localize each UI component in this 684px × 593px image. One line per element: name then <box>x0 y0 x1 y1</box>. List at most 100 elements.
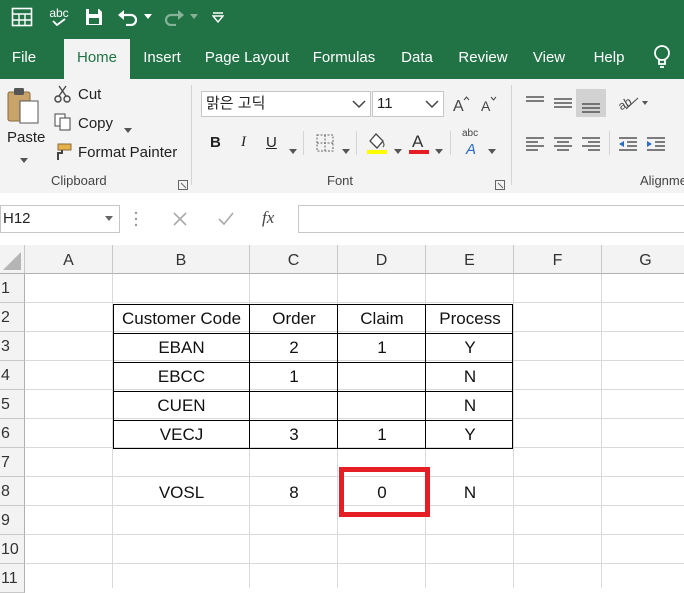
table-cell[interactable]: 2 <box>250 333 338 362</box>
copy-dropdown-icon[interactable] <box>124 121 132 139</box>
table-cell[interactable]: Y <box>426 333 514 362</box>
column-header-g[interactable]: G <box>602 245 684 274</box>
table-cell[interactable]: VECJ <box>113 420 250 449</box>
tab-data[interactable]: Data <box>394 33 440 79</box>
align-middle-icon[interactable] <box>553 95 573 116</box>
column-header-e[interactable]: E <box>426 245 514 274</box>
table-header-cell[interactable]: Claim <box>338 304 426 333</box>
format-painter-icon[interactable] <box>54 143 72 166</box>
row-header-4[interactable]: 4 <box>0 361 25 390</box>
tab-insert[interactable]: Insert <box>136 33 188 79</box>
tab-page-layout[interactable]: Page Layout <box>200 33 294 79</box>
orientation-icon[interactable]: ab <box>616 93 648 116</box>
paste-icon[interactable] <box>6 87 40 130</box>
row-header-11[interactable]: 11 <box>0 564 25 593</box>
phonetic-dropdown-icon[interactable] <box>488 142 496 160</box>
row-header-6[interactable]: 6 <box>0 419 25 448</box>
align-bottom-icon[interactable] <box>576 89 606 117</box>
table-cell[interactable]: 3 <box>250 420 338 449</box>
row-header-2[interactable]: 2 <box>0 303 25 332</box>
row-header-10[interactable]: 10 <box>0 535 25 564</box>
table-cell[interactable]: Y <box>426 420 514 449</box>
spellcheck-icon[interactable]: abc <box>46 0 72 33</box>
decrease-indent-icon[interactable] <box>618 136 638 157</box>
table-cell[interactable]: N <box>426 391 514 420</box>
cut-label[interactable]: Cut <box>78 86 101 103</box>
fill-color-dropdown-icon[interactable] <box>394 142 402 160</box>
cancel-icon[interactable] <box>172 211 188 232</box>
copy-label[interactable]: Copy <box>78 115 113 132</box>
font-color-icon[interactable]: A <box>408 131 430 160</box>
table-header-cell[interactable]: Customer Code <box>113 304 250 333</box>
table-cell[interactable] <box>250 391 338 420</box>
insert-function-button[interactable]: fx <box>262 208 274 228</box>
undo-dropdown-icon[interactable] <box>142 0 154 33</box>
increase-font-icon[interactable]: A <box>452 95 470 118</box>
save-icon[interactable] <box>82 0 106 33</box>
table-cell[interactable]: 1 <box>338 420 426 449</box>
row-header-1[interactable]: 1 <box>0 274 25 303</box>
table-cell[interactable]: EBAN <box>113 333 250 362</box>
column-header-c[interactable]: C <box>250 245 338 274</box>
column-header-d[interactable]: D <box>338 245 426 274</box>
name-box[interactable]: H12 <box>0 205 120 233</box>
tab-formulas[interactable]: Formulas <box>307 33 381 79</box>
underline-dropdown-icon[interactable] <box>289 142 297 160</box>
align-top-icon[interactable] <box>525 95 545 113</box>
fill-color-icon[interactable] <box>366 131 388 160</box>
lightbulb-icon[interactable] <box>652 44 672 75</box>
align-left-icon[interactable] <box>525 136 545 157</box>
cut-icon[interactable] <box>54 85 72 108</box>
table-cell[interactable]: EBCC <box>113 362 250 391</box>
align-right-icon[interactable] <box>581 136 601 157</box>
copy-icon[interactable] <box>54 113 72 136</box>
underline-button[interactable]: U <box>266 134 277 151</box>
customize-icon[interactable] <box>208 0 228 33</box>
column-header-a[interactable]: A <box>25 245 113 274</box>
font-name-combo[interactable]: 맑은 고딕 <box>201 91 371 117</box>
font-size-combo[interactable]: 11 <box>372 91 444 117</box>
redo-dropdown-icon[interactable] <box>188 0 200 33</box>
select-all-button[interactable] <box>0 245 25 274</box>
borders-icon[interactable] <box>316 134 334 157</box>
align-center-icon[interactable] <box>553 136 573 157</box>
table-header-cell[interactable]: Process <box>426 304 514 333</box>
tab-home[interactable]: Home <box>64 39 130 79</box>
table-cell[interactable] <box>338 362 426 391</box>
formula-input[interactable] <box>298 205 684 233</box>
redo-icon[interactable] <box>162 0 186 33</box>
row-header-9[interactable]: 9 <box>0 506 25 535</box>
font-color-dropdown-icon[interactable] <box>435 142 443 160</box>
tab-review[interactable]: Review <box>452 33 514 79</box>
enter-icon[interactable] <box>217 211 235 232</box>
row-header-5[interactable]: 5 <box>0 390 25 419</box>
row-header-7[interactable]: 7 <box>0 448 25 477</box>
row8-cell[interactable]: VOSL <box>113 478 250 507</box>
table-cell[interactable]: 1 <box>250 362 338 391</box>
table-cell[interactable]: 1 <box>338 333 426 362</box>
table-cell[interactable] <box>338 391 426 420</box>
decrease-font-icon[interactable]: A <box>480 95 498 118</box>
column-header-f[interactable]: F <box>514 245 602 274</box>
row-header-8[interactable]: 8 <box>0 477 25 506</box>
format-painter-label[interactable]: Format Painter <box>78 144 177 161</box>
increase-indent-icon[interactable] <box>646 136 666 157</box>
row-header-3[interactable]: 3 <box>0 332 25 361</box>
row8-cell[interactable]: N <box>426 478 514 507</box>
tab-help[interactable]: Help <box>585 33 633 79</box>
borders-dropdown-icon[interactable] <box>342 142 350 160</box>
italic-button[interactable]: I <box>241 134 246 151</box>
row8-cell[interactable]: 8 <box>250 478 338 507</box>
phonetic-guide-icon[interactable]: abc A <box>462 129 480 162</box>
undo-icon[interactable] <box>116 0 140 33</box>
paste-dropdown-icon[interactable] <box>20 151 28 169</box>
drag-handle-icon[interactable] <box>134 211 138 232</box>
column-header-b[interactable]: B <box>113 245 250 274</box>
bold-button[interactable]: B <box>210 134 221 151</box>
tab-view[interactable]: View <box>526 33 572 79</box>
tab-file[interactable]: File <box>0 33 48 79</box>
table-header-cell[interactable]: Order <box>250 304 338 333</box>
layout-icon[interactable] <box>8 0 36 33</box>
paste-label[interactable]: Paste <box>7 129 45 146</box>
table-cell[interactable]: N <box>426 362 514 391</box>
